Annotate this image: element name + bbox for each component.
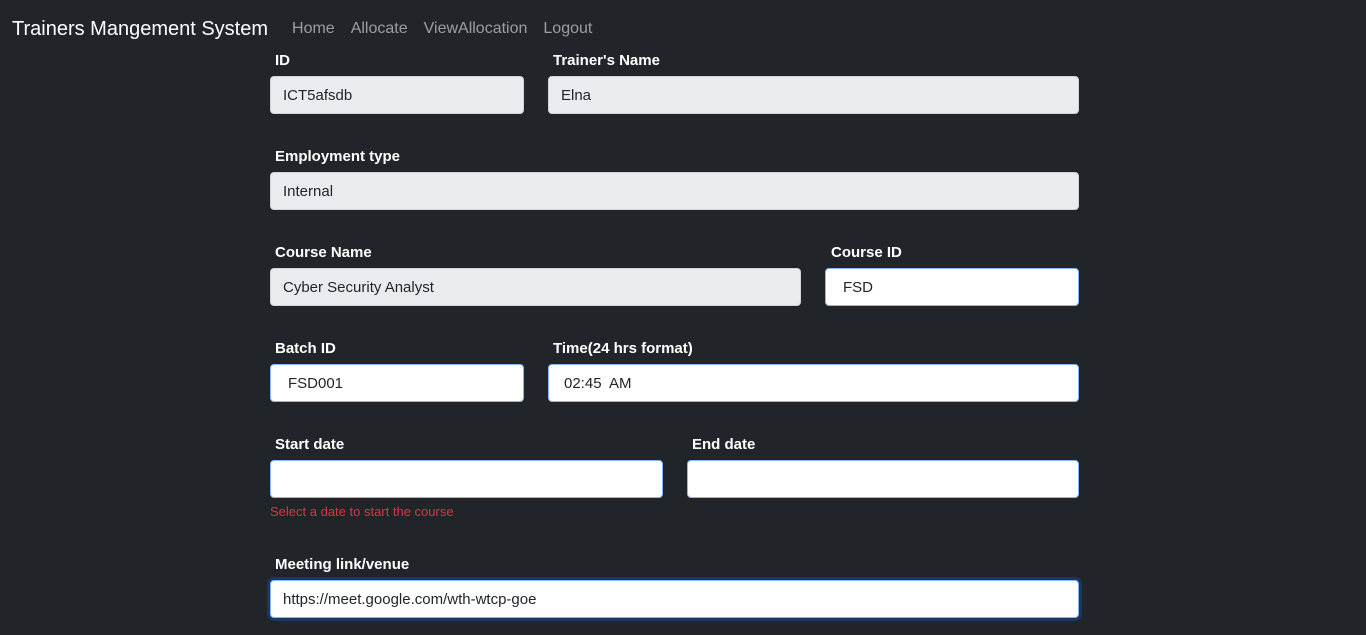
navbar: Trainers Mangement System Home Allocate … [0, 0, 1366, 58]
nav-link-home[interactable]: Home [292, 20, 335, 38]
trainer-name-label: Trainer's Name [553, 52, 660, 69]
course-id-label: Course ID [831, 244, 902, 261]
id-field[interactable]: ICT5afsdb [270, 76, 524, 114]
start-date-label: Start date [275, 436, 345, 453]
batch-id-label: Batch ID [275, 340, 336, 357]
employment-type-label: Employment type [275, 148, 401, 165]
batch-id-field[interactable]: FSD001 [270, 364, 524, 402]
employment-type-field[interactable]: Internal [270, 172, 1079, 210]
end-date-label: End date [692, 436, 756, 453]
start-date-field[interactable] [270, 460, 663, 498]
end-date-field[interactable] [687, 460, 1079, 498]
id-label: ID [275, 52, 290, 69]
course-name-field[interactable]: Cyber Security Analyst [270, 268, 801, 306]
meeting-link-field[interactable]: https://meet.google.com/wth-wtcp-goe [270, 580, 1079, 618]
brand-title[interactable]: Trainers Mangement System [12, 18, 268, 41]
course-id-field[interactable]: FSD [825, 268, 1079, 306]
start-date-error: Select a date to start the course [270, 504, 454, 519]
nav-link-allocate[interactable]: Allocate [351, 20, 408, 38]
nav-link-view-allocation[interactable]: ViewAllocation [424, 20, 528, 38]
trainer-name-field[interactable]: Elna [548, 76, 1079, 114]
time-label: Time(24 hrs format) [553, 340, 693, 357]
time-field[interactable]: 02:45 AM [548, 364, 1079, 402]
nav-link-logout[interactable]: Logout [543, 20, 592, 38]
course-name-label: Course Name [275, 244, 372, 261]
meeting-link-label: Meeting link/venue [275, 556, 410, 573]
